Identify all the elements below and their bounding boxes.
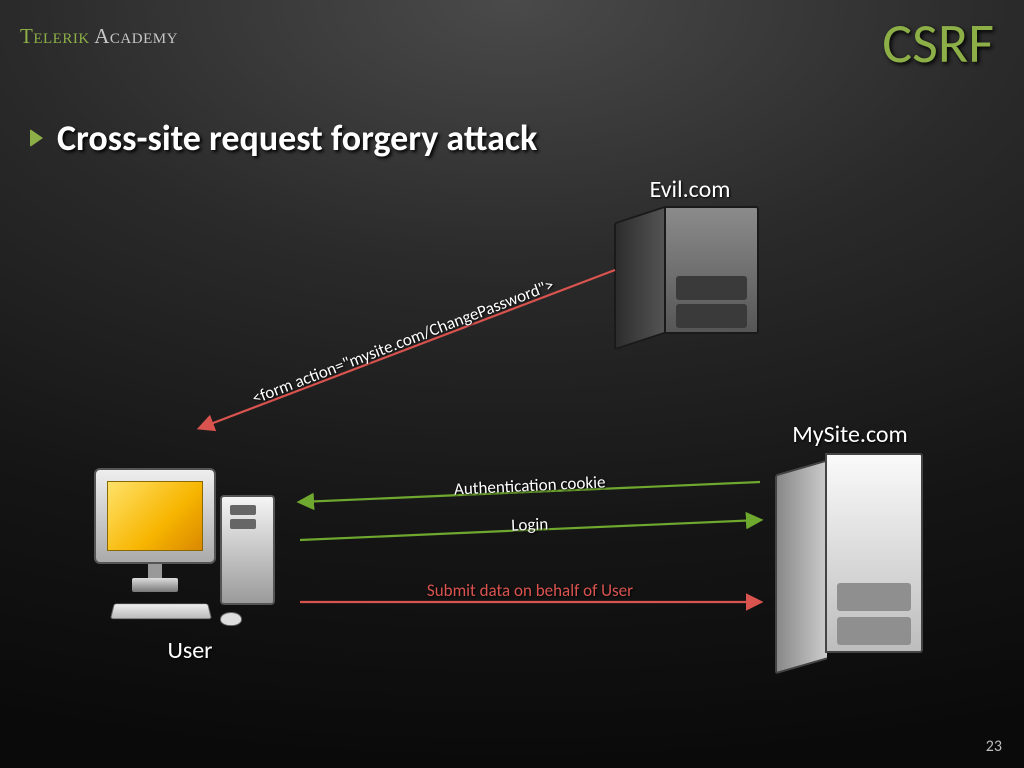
node-evil: Evil.com	[580, 175, 800, 354]
subtitle-row: Cross-site request forgery attack	[30, 116, 537, 160]
brand-part-1: Telerik	[20, 24, 94, 48]
subtitle-text: Cross-site request forgery attack	[57, 116, 537, 160]
arrow-auth-cookie	[300, 482, 760, 502]
arrow-auth-cookie-label: Authentication cookie	[454, 471, 606, 499]
arrow-login	[300, 520, 760, 540]
mysite-server-icon	[765, 449, 935, 679]
arrow-login-label: Login	[511, 513, 549, 536]
page-number: 23	[986, 737, 1002, 756]
bullet-icon	[30, 129, 43, 147]
node-user-label: User	[70, 636, 310, 665]
evil-server-icon	[600, 204, 780, 354]
page-title: CSRF	[882, 10, 994, 78]
node-user: User	[70, 460, 310, 665]
brand-logo: Telerik Academy	[20, 24, 178, 49]
user-computer-icon	[70, 460, 310, 630]
arrow-form-action	[200, 270, 615, 428]
brand-part-2: Academy	[94, 24, 178, 48]
node-mysite: MySite.com	[740, 420, 960, 679]
arrow-submit-label: Submit data on behalf of User	[427, 580, 633, 601]
node-mysite-label: MySite.com	[740, 420, 960, 449]
node-evil-label: Evil.com	[580, 175, 800, 204]
arrow-form-action-label: <form action="mysite.com/ChangePassword"…	[249, 274, 557, 409]
